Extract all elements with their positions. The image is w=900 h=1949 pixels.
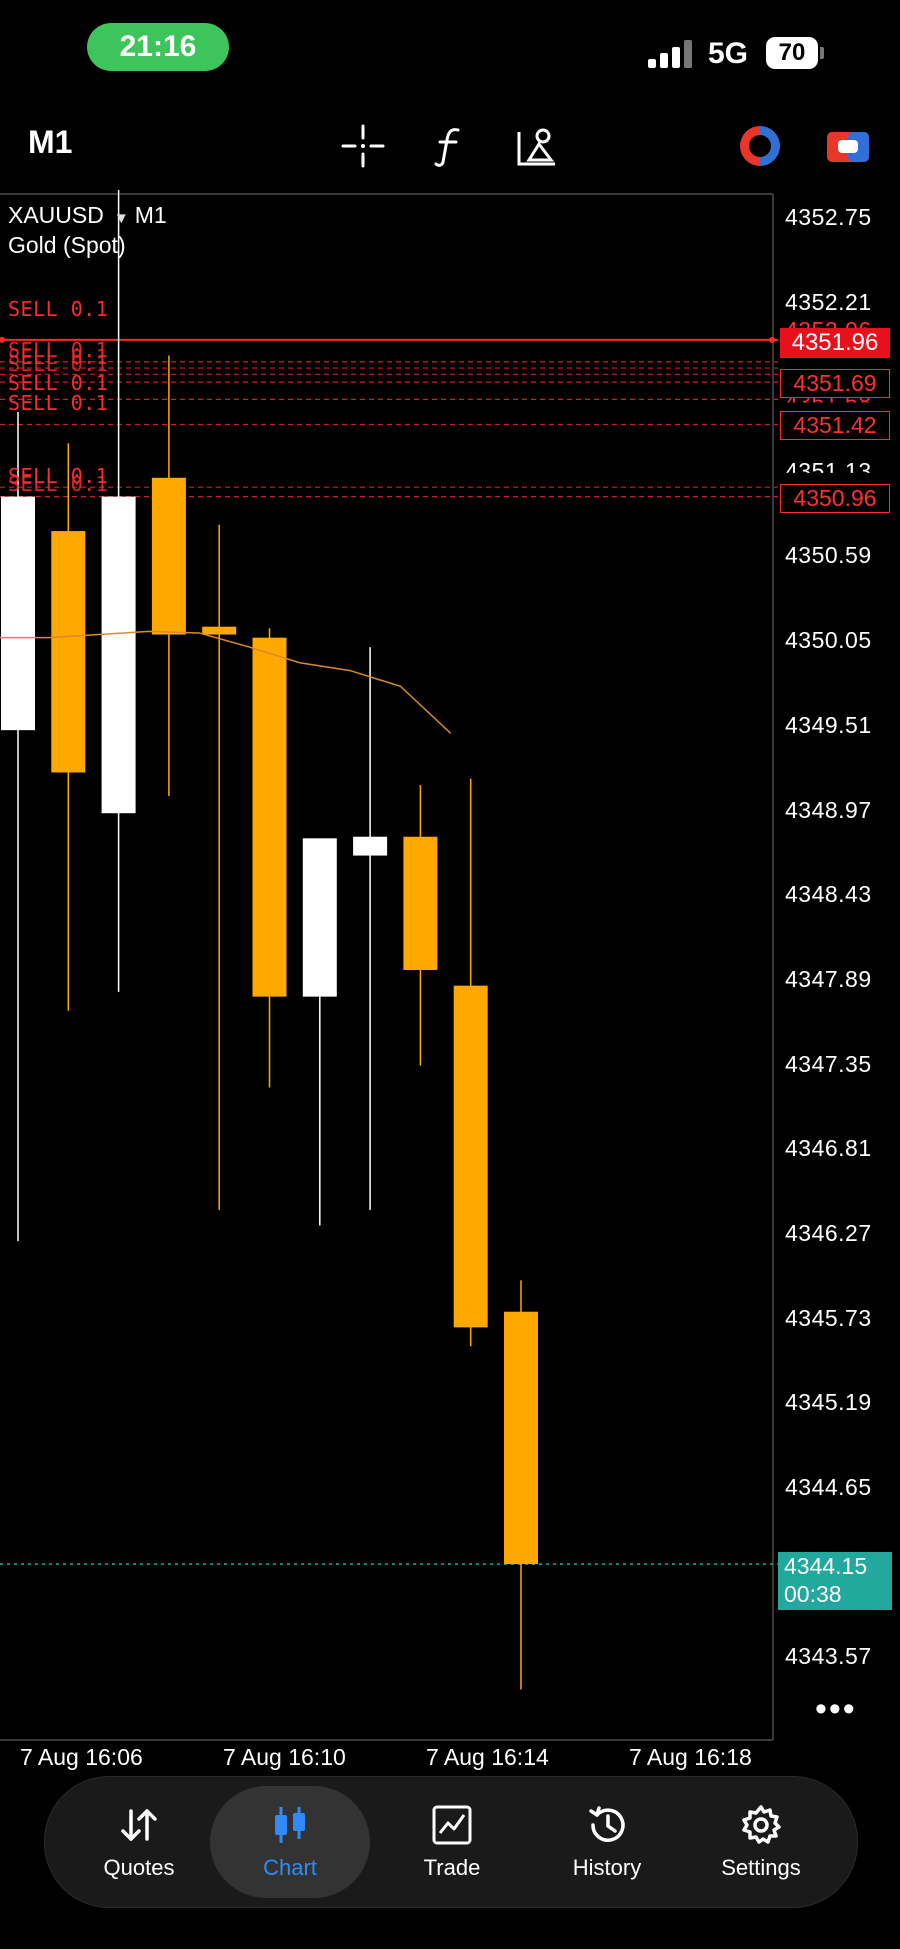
order-price-tag: 4351.69: [780, 369, 890, 398]
price-chart[interactable]: [0, 190, 900, 1750]
order-price-tag: 4351.96: [780, 328, 890, 358]
nav-label: Settings: [721, 1855, 801, 1880]
trade-direction-icon[interactable]: [736, 122, 784, 170]
order-label[interactable]: SELL 0.1: [8, 472, 108, 496]
price-axis-label: 4352.21: [785, 289, 872, 315]
nav-quotes[interactable]: Quotes: [59, 1777, 219, 1907]
chart-icon: [275, 1807, 305, 1843]
candle-body: [252, 637, 287, 997]
time-axis-label: 7 Aug 16:14: [426, 1744, 549, 1770]
candle-body: [202, 626, 237, 635]
nav-history[interactable]: History: [527, 1777, 687, 1907]
battery-tip: [820, 47, 824, 59]
bottom-navigation: Quotes Chart Trade History Settings: [44, 1776, 858, 1908]
timeframe-button[interactable]: M1: [28, 124, 72, 161]
nav-label: Chart: [263, 1855, 317, 1880]
price-axis-label: 4350.05: [785, 627, 872, 653]
price-axis-label: 4348.97: [785, 797, 872, 823]
more-options-icon[interactable]: •••: [815, 1690, 857, 1729]
nav-label: Quotes: [103, 1855, 175, 1880]
price-axis-label: 4346.81: [785, 1135, 872, 1161]
price-axis-label: 4348.43: [785, 881, 872, 907]
nav-label: Trade: [423, 1855, 481, 1880]
quotes-icon: [121, 1809, 157, 1841]
symbol-description: Gold (Spot): [8, 232, 126, 258]
time-axis-label: 7 Aug 16:18: [629, 1744, 752, 1770]
price-axis-label: 4347.35: [785, 1051, 872, 1077]
candle-body: [403, 836, 438, 970]
bar-countdown: 00:38: [784, 1581, 842, 1607]
nav-trade[interactable]: Trade: [372, 1777, 532, 1907]
candle-body: [101, 496, 136, 814]
candle-body: [504, 1311, 538, 1565]
order-label[interactable]: SELL 0.1: [8, 391, 108, 415]
candle-body: [1, 496, 35, 731]
price-axis-label: 4345.73: [785, 1305, 872, 1331]
status-bar: 21:16 5G 70: [0, 0, 900, 100]
price-axis-label: 4347.89: [785, 966, 872, 992]
candle-body: [353, 836, 388, 856]
candle-body: [453, 985, 488, 1328]
account-icon[interactable]: [824, 122, 872, 170]
network-type: 5G: [708, 37, 749, 70]
history-icon: [589, 1806, 625, 1842]
price-axis-label: 4346.27: [785, 1220, 872, 1246]
price-axis-label: 4344.65: [785, 1474, 872, 1500]
chart-symbol[interactable]: XAUUSD ▼ M1: [8, 202, 167, 229]
order-price-tag: 4351.42: [780, 411, 890, 440]
candle-body: [51, 531, 86, 773]
nav-settings[interactable]: Settings: [681, 1777, 841, 1907]
order-line-handle: [0, 336, 5, 343]
signal-icon: [648, 40, 694, 68]
price-axis-label: 4350.59: [785, 542, 872, 568]
app-root: 21:16 5G 70 M1 XAUUSD ▼ M1 Gold (Spot) 4…: [0, 0, 900, 1949]
candle-body: [302, 838, 337, 997]
order-price-tag: 4350.96: [780, 484, 890, 513]
nav-label: History: [572, 1855, 642, 1880]
crosshair-icon[interactable]: [339, 122, 387, 170]
order-line-handle: [769, 336, 775, 343]
status-time: 21:16: [87, 23, 229, 71]
trade-icon: [432, 1805, 472, 1845]
settings-icon: [742, 1805, 781, 1844]
price-axis-label: 4349.51: [785, 712, 872, 738]
nav-chart[interactable]: Chart: [210, 1786, 370, 1898]
symbol-timeframe: M1: [134, 202, 167, 228]
battery-icon: 70: [766, 37, 818, 69]
time-axis-label: 7 Aug 16:10: [223, 1744, 346, 1770]
symbol-label: XAUUSD: [8, 202, 104, 228]
price-axis-label: 4343.57: [785, 1643, 872, 1669]
bid-price: 4344.15: [784, 1553, 868, 1579]
time-axis-label: 7 Aug 16:06: [20, 1744, 143, 1770]
candle-body: [151, 477, 186, 635]
indicator-icon[interactable]: [426, 122, 474, 170]
price-axis-label: 4345.19: [785, 1389, 872, 1415]
symbol-dropdown-icon: ▼: [113, 210, 129, 227]
objects-icon[interactable]: [513, 122, 561, 170]
order-label[interactable]: SELL 0.1: [8, 297, 108, 321]
price-axis-label: 4352.75: [785, 204, 872, 230]
bid-price-tag: 4344.15 00:38: [778, 1552, 892, 1610]
